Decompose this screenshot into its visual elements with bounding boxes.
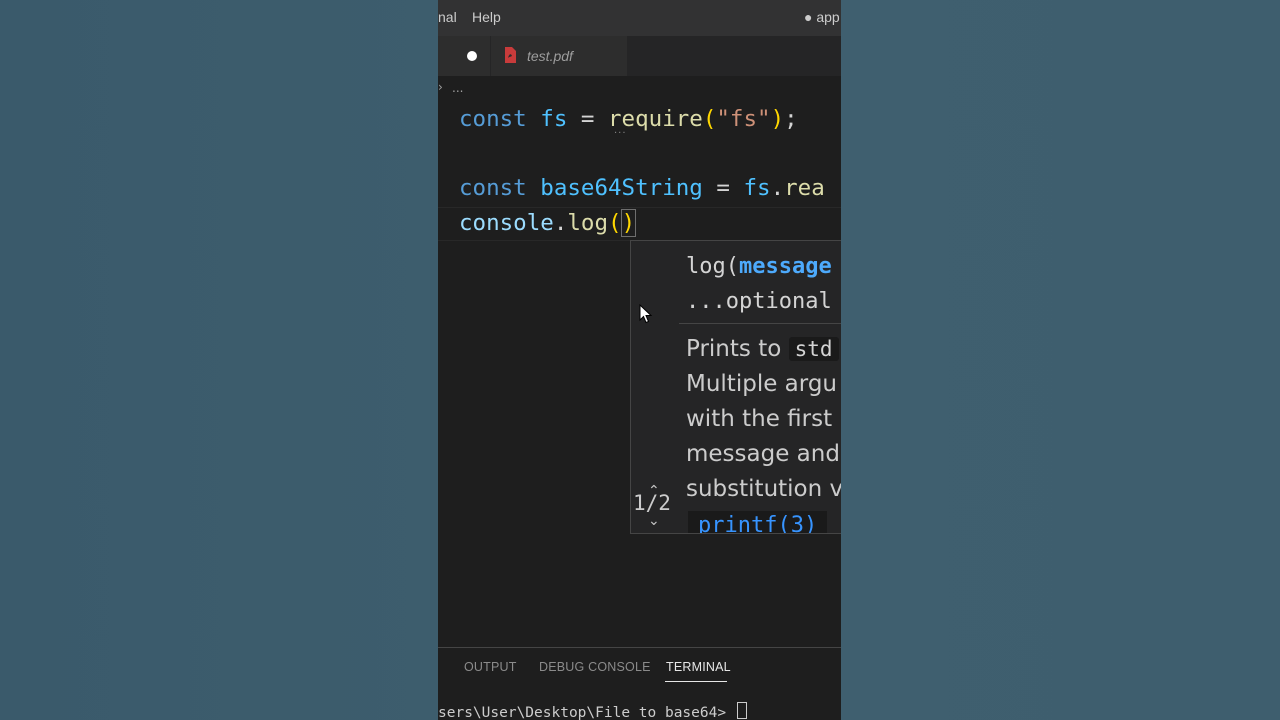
- menu-help[interactable]: Help: [472, 9, 501, 25]
- tab-output[interactable]: OUTPUT: [464, 660, 517, 674]
- method-name: log: [567, 210, 609, 236]
- identifier: fs: [540, 106, 568, 132]
- signature-rest: ...optional: [686, 289, 832, 314]
- identifier: console: [459, 210, 554, 236]
- signature-prefix: log(: [686, 254, 739, 279]
- editor-tab-bar: test.pdf: [438, 36, 841, 76]
- operator: =: [580, 106, 595, 132]
- bracket: ): [620, 209, 637, 237]
- identifier: base64String: [540, 175, 703, 201]
- terminal-text: sers\User\Desktop\File to base64>: [438, 705, 735, 720]
- doc-line-text: Prints to: [686, 336, 789, 362]
- parameter-hints-widget: ⌃ 1/2 ⌄ log(message ...optional Prints t…: [630, 240, 841, 534]
- dot: .: [770, 175, 785, 201]
- vscode-window: nal Help ● app. test.pdf › ... const fs …: [438, 0, 841, 720]
- code-line-1[interactable]: const fs = require("fs");: [459, 104, 798, 134]
- pdf-file-icon: [505, 47, 516, 63]
- doc-line: with the first u: [686, 406, 841, 432]
- documentation-text: Prints to std Multiple argu with the fir…: [686, 332, 841, 507]
- method-name: rea: [784, 175, 825, 201]
- panel-tab-bar: OUTPUT DEBUG CONSOLE TERMINAL: [438, 648, 841, 684]
- chevron-down-icon[interactable]: ⌄: [648, 513, 660, 529]
- menu-terminal[interactable]: nal: [438, 9, 457, 25]
- signature-navigator: ⌃ 1/2 ⌄: [631, 241, 679, 533]
- doc-line: message and: [686, 441, 840, 467]
- unsaved-dot-icon[interactable]: [467, 51, 477, 61]
- code-line-3[interactable]: console.log(): [459, 208, 637, 238]
- doc-line: Multiple argu: [686, 371, 837, 397]
- terminal-prompt[interactable]: sers\User\Desktop\File to base64>: [438, 702, 747, 720]
- bracket: (: [608, 210, 622, 236]
- quick-fix-hint[interactable]: ···: [614, 128, 627, 139]
- doc-line: Prints to std: [686, 332, 841, 367]
- mouse-pointer-icon: [639, 304, 653, 324]
- terminal-cursor: [736, 702, 747, 719]
- bracket: ): [770, 106, 785, 132]
- semicolon: ;: [784, 106, 798, 132]
- operator: =: [716, 175, 730, 201]
- signature-text: log(message ...optional: [686, 249, 832, 319]
- tab-terminal[interactable]: TERMINAL: [666, 660, 731, 674]
- bracket: (: [702, 106, 717, 132]
- tab-debug-console[interactable]: DEBUG CONSOLE: [539, 660, 651, 674]
- breadcrumb-ellipsis[interactable]: ...: [452, 81, 463, 95]
- inline-code: std: [788, 337, 839, 361]
- identifier: fs: [743, 175, 771, 201]
- doc-line: substitution v: [686, 476, 841, 502]
- editor-tab-test-pdf[interactable]: test.pdf: [490, 36, 627, 76]
- string-literal: "fs": [716, 106, 771, 132]
- keyword: const: [459, 106, 527, 132]
- active-tab-indicator: [665, 681, 727, 682]
- active-parameter: message: [738, 254, 832, 279]
- editor-tab-active[interactable]: [438, 36, 490, 76]
- window-title: ● app.: [804, 9, 841, 25]
- divider: [679, 323, 841, 324]
- title-bar: nal Help ● app.: [438, 0, 841, 36]
- dot: .: [553, 210, 568, 236]
- keyword: const: [459, 175, 527, 201]
- tab-label: test.pdf: [527, 48, 573, 64]
- doc-link[interactable]: printf(3): [688, 511, 828, 533]
- code-line-2[interactable]: const base64String = fs.rea: [459, 173, 825, 203]
- chevron-right-icon: ›: [438, 80, 443, 94]
- signature-counter: 1/2: [633, 491, 671, 515]
